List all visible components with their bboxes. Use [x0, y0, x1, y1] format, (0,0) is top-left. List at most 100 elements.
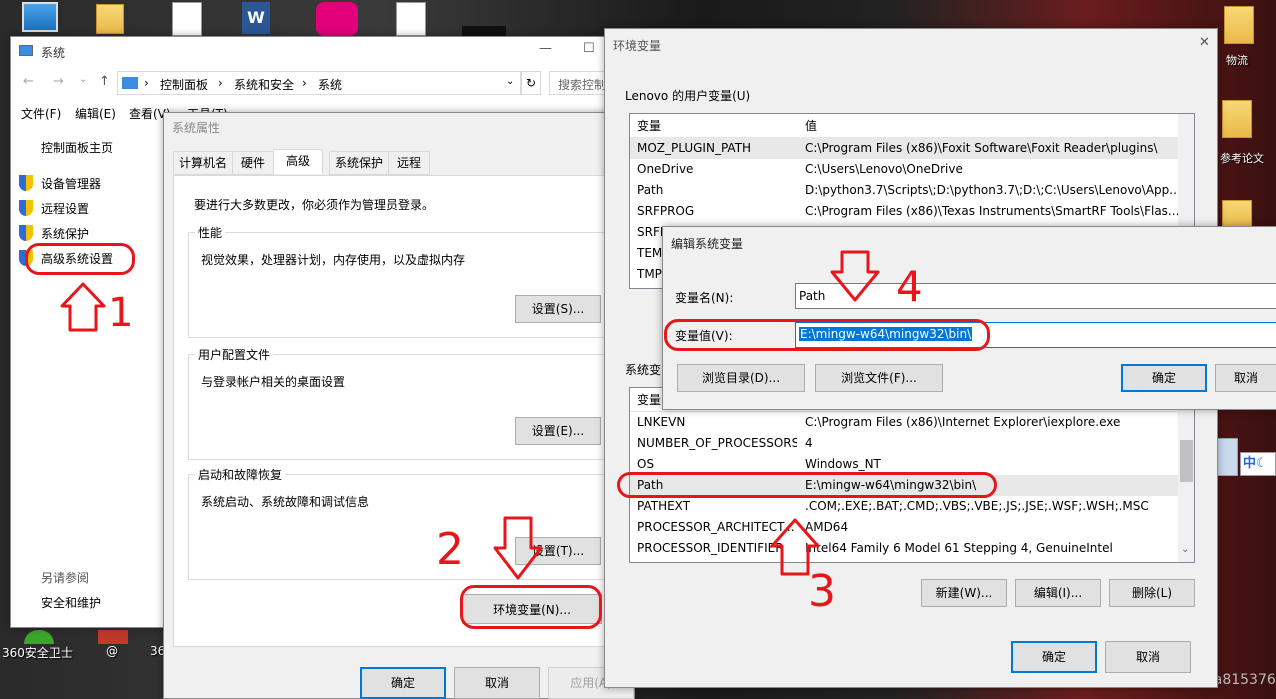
ime-label: 中 — [1243, 456, 1257, 471]
sidebar-item-protection[interactable]: 系统保护 — [41, 225, 89, 242]
tab-hardware[interactable]: 硬件 — [232, 151, 274, 175]
profile-title: 用户配置文件 — [195, 346, 274, 363]
startup-settings-button[interactable]: 设置(T)... — [515, 537, 601, 565]
profile-settings-button[interactable]: 设置(E)... — [515, 417, 601, 445]
chevron-down-icon[interactable]: ⌄ — [506, 76, 514, 87]
variable-name: NUMBER_OF_PROCESSORS — [637, 436, 797, 450]
sysprops-ok-button[interactable]: 确定 — [360, 667, 446, 699]
desktop-folder-icon[interactable] — [1224, 6, 1254, 44]
minimize-icon[interactable]: — — [539, 41, 552, 56]
variable-name: PROCESSOR_IDENTIFIER — [637, 541, 784, 555]
desktop-label-360: 360安全卫士 — [2, 646, 73, 660]
desktop-app-icon[interactable] — [98, 630, 128, 644]
desktop-folder-icon[interactable] — [96, 4, 124, 34]
refresh-icon: ↻ — [525, 76, 537, 90]
editvar-title: 编辑系统变量 — [671, 237, 744, 251]
breadcrumb-system[interactable]: 系统 — [318, 76, 342, 93]
desktop-app-icon[interactable] — [316, 2, 358, 36]
performance-group: 性能 视觉效果，处理器计划，内存使用，以及虚拟内存 设置(S)... — [188, 224, 618, 338]
tab-panel: 要进行大多数更改，你必须作为管理员登录。 性能 视觉效果，处理器计划，内存使用，… — [173, 175, 618, 647]
variable-value: 4 — [805, 436, 813, 450]
forward-arrow-icon[interactable]: → — [53, 74, 64, 89]
browse-file-button[interactable]: 浏览文件(F)... — [815, 364, 943, 392]
variable-name: PATHEXT — [637, 499, 691, 513]
scrollbar-thumb[interactable] — [1180, 440, 1193, 482]
table-row[interactable]: OneDrive C:\Users\Lenovo\OneDrive — [630, 159, 1194, 180]
table-row[interactable]: PROCESSOR_ARCHITECT... AMD64 — [630, 517, 1194, 538]
breadcrumb-control-panel[interactable]: 控制面板 — [160, 76, 208, 93]
system-title-icon — [19, 45, 33, 56]
address-bar[interactable]: › 控制面板 › 系统和安全 › 系统 ⌄ — [117, 71, 521, 95]
close-icon[interactable]: ✕ — [1199, 35, 1210, 50]
col-value[interactable]: 值 — [805, 114, 1185, 138]
up-arrow-icon[interactable]: ↑ — [99, 74, 110, 89]
annotation-number-3: 3 — [808, 566, 836, 617]
sidebar-item-device-manager[interactable]: 设备管理器 — [41, 175, 101, 192]
table-row[interactable]: PATHEXT .COM;.EXE;.BAT;.CMD;.VBS;.VBE;.JS… — [630, 496, 1194, 517]
annotation-number-1: 1 — [108, 290, 134, 336]
variable-name: SRFPROG — [637, 204, 695, 218]
performance-title: 性能 — [195, 224, 226, 241]
table-row[interactable]: MOZ_PLUGIN_PATH C:\Program Files (x86)\Fo… — [630, 138, 1194, 159]
breadcrumb-sep: › — [144, 76, 149, 90]
new-variable-button[interactable]: 新建(W)... — [921, 579, 1007, 607]
sysprops-cancel-button[interactable]: 取消 — [454, 667, 540, 699]
chevron-down-icon[interactable]: ⌄ — [79, 74, 87, 85]
col-variable[interactable]: 变量 — [637, 114, 797, 138]
tab-remote[interactable]: 远程 — [388, 151, 430, 175]
highlight-path-row — [617, 472, 997, 498]
sidebar-home-link[interactable]: 控制面板主页 — [41, 139, 113, 156]
table-row[interactable]: LNKEVN C:\Program Files (x86)\Internet Ex… — [630, 412, 1194, 433]
shield-icon — [19, 225, 33, 241]
desktop-folder-icon[interactable] — [1222, 100, 1252, 138]
moon-icon: ☾ — [1256, 456, 1268, 471]
desktop-monitor-icon[interactable] — [22, 2, 58, 32]
desktop-document-icon[interactable] — [172, 2, 202, 36]
tab-advanced[interactable]: 高级 — [273, 149, 323, 174]
performance-settings-button[interactable]: 设置(S)... — [515, 295, 601, 323]
edit-variable-button[interactable]: 编辑(I)... — [1015, 579, 1101, 607]
maximize-icon[interactable]: ☐ — [583, 41, 595, 56]
scrollbar[interactable]: ⌄ — [1178, 388, 1194, 562]
tab-system-protection[interactable]: 系统保护 — [329, 151, 389, 175]
control-panel-icon — [122, 77, 138, 89]
menu-file[interactable]: 文件(F) — [21, 105, 61, 122]
ime-indicator[interactable]: 中☾ — [1240, 452, 1276, 476]
envvars-cancel-button[interactable]: 取消 — [1105, 641, 1191, 673]
chevron-down-icon[interactable]: ⌄ — [1181, 544, 1189, 555]
desktop-label-wuliu: 物流 — [1226, 54, 1248, 67]
desktop-document-icon[interactable] — [396, 2, 426, 36]
desktop-word-icon[interactable]: W — [242, 2, 270, 34]
see-also-security-link[interactable]: 安全和维护 — [41, 594, 101, 611]
variable-value: Intel64 Family 6 Model 61 Stepping 4, Ge… — [805, 541, 1113, 555]
desktop-360-icon[interactable] — [24, 630, 54, 644]
variable-value: C:\Program Files (x86)\Foxit Software\Fo… — [805, 141, 1158, 155]
var-name-input[interactable] — [795, 283, 1276, 309]
variable-value: C:\Program Files (x86)\Texas Instruments… — [805, 204, 1180, 218]
table-row[interactable]: NUMBER_OF_PROCESSORS 4 — [630, 433, 1194, 454]
search-placeholder: 搜索控制 — [558, 78, 607, 92]
highlight-env-vars-button — [460, 585, 602, 629]
envvars-title: 环境变量 — [613, 39, 662, 53]
breadcrumb-sep: › — [302, 76, 307, 90]
variable-value: C:\Users\Lenovo\OneDrive — [805, 162, 963, 176]
tab-computer-name[interactable]: 计算机名 — [173, 151, 233, 175]
breadcrumb-security[interactable]: 系统和安全 — [234, 76, 294, 93]
editvar-cancel-button[interactable]: 取消 — [1215, 364, 1276, 392]
table-row[interactable]: Path D:\python3.7\Scripts\;D:\python3.7\;… — [630, 180, 1194, 201]
table-row[interactable]: PROCESSOR_IDENTIFIER Intel64 Family 6 Mod… — [630, 538, 1194, 559]
back-arrow-icon[interactable]: ← — [23, 74, 34, 89]
editvar-ok-button[interactable]: 确定 — [1121, 364, 1207, 392]
desktop-folder-icon[interactable] — [1222, 200, 1252, 228]
sidebar-item-remote[interactable]: 远程设置 — [41, 200, 89, 217]
refresh-button[interactable]: ↻ — [521, 71, 541, 95]
menu-edit[interactable]: 编辑(E) — [75, 105, 116, 122]
table-row[interactable]: SRFPROG C:\Program Files (x86)\Texas Inst… — [630, 201, 1194, 222]
browse-directory-button[interactable]: 浏览目录(D)... — [677, 364, 805, 392]
envvars-ok-button[interactable]: 确定 — [1011, 641, 1097, 673]
delete-variable-button[interactable]: 删除(L) — [1109, 579, 1195, 607]
startup-group: 启动和故障恢复 系统启动、系统故障和调试信息 设置(T)... — [188, 466, 618, 580]
shield-icon — [19, 175, 33, 191]
desktop-label-papers: 参考论文 — [1220, 152, 1264, 165]
system-title: 系统 — [41, 46, 66, 60]
